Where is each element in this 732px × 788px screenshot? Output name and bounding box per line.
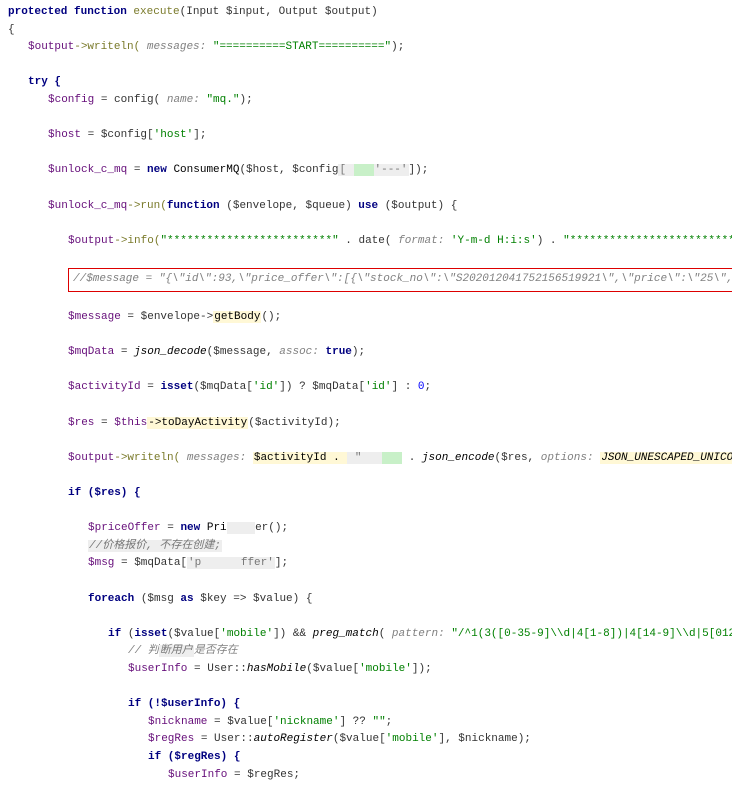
redacted-text	[382, 452, 402, 464]
code-line: {	[8, 22, 732, 40]
code-line: if ($regRes) {	[8, 749, 732, 767]
code-line: $res = $this->toDayActivity($activityId)…	[8, 415, 732, 433]
code-comment: //价格报价, 不存在创建;	[8, 538, 732, 556]
code-line: if ($res) {	[8, 485, 732, 503]
code-comment: // 判断用户是否存在	[8, 643, 732, 661]
code-line: $host = $config['host'];	[8, 127, 732, 145]
code-line: $unlock_c_mq->run(function ($envelope, $…	[8, 198, 732, 216]
code-line: if (isset($value['mobile']) && preg_matc…	[8, 626, 732, 644]
code-line: $nickname = $value['nickname'] ?? "";	[8, 714, 732, 732]
redacted-text: '---'	[374, 164, 409, 176]
commented-line-highlight: //$message = "{\"id\":93,\"price_offer\"…	[68, 268, 732, 292]
code-line: $output->info("*************************…	[8, 233, 732, 251]
code-line: $priceOffer = new Pri er();	[8, 520, 732, 538]
code-line: $message = $envelope->getBody();	[8, 309, 732, 327]
code-line: if (!$userInfo) {	[8, 696, 732, 714]
code-line: try {	[8, 74, 732, 92]
redacted-text: 断用户	[159, 645, 194, 657]
code-line: $output->writeln( messages: $activityId …	[8, 450, 732, 468]
redacted-text: 'p ffer'	[187, 557, 275, 569]
code-line: protected function execute(Input $input,…	[8, 4, 732, 22]
code-line: $output->writeln( messages: "==========S…	[8, 39, 732, 57]
code-line: $activityId = isset($mqData['id']) ? $mq…	[8, 379, 732, 397]
redacted-text: [	[338, 164, 353, 176]
code-line: $mqData = json_decode($message, assoc: t…	[8, 344, 732, 362]
code-line: $msg = $mqData['p ffer'];	[8, 555, 732, 573]
redacted-text: //价格报价, 不存在创建;	[88, 540, 222, 552]
code-line: $userInfo = $regRes;	[8, 767, 732, 785]
code-line: $unlock_c_mq = new ConsumerMQ($host, $co…	[8, 162, 732, 180]
code-line: foreach ($msg as $key => $value) {	[8, 591, 732, 609]
code-line: $config = config( name: "mq.");	[8, 92, 732, 110]
code-line: $userInfo = User::hasMobile($value['mobi…	[8, 661, 732, 679]
redacted-text: "	[347, 452, 382, 464]
code-line: $regRes = User::autoRegister($value['mob…	[8, 731, 732, 749]
redacted-text	[354, 164, 374, 176]
redacted-text	[227, 522, 255, 534]
